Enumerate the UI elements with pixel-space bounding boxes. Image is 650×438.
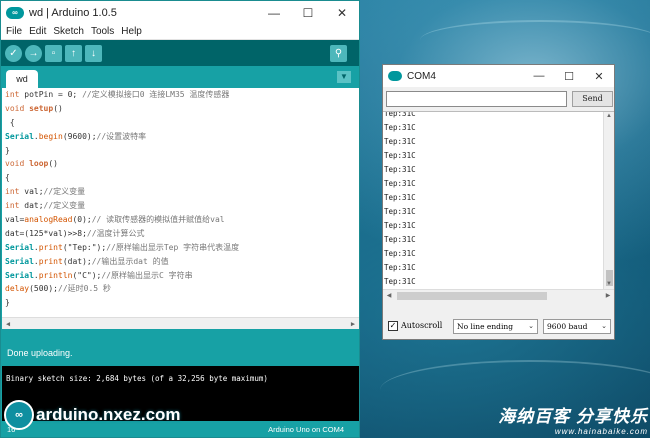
code-line: void setup(): [5, 103, 63, 113]
save-button[interactable]: ↓: [85, 44, 102, 62]
hainabaike-watermark: 海纳百客 分享快乐 www.hainabaike.com: [498, 402, 648, 436]
serial-output-line: Tep:31C: [384, 249, 416, 258]
scroll-up-icon[interactable]: ▲: [604, 113, 614, 119]
close-button[interactable]: ✕: [584, 65, 614, 87]
code-line: delay(500);//延时0.5 秒: [5, 284, 111, 294]
baud-rate-value: 9600 baud: [547, 322, 588, 331]
serial-output-line: Tep:31C: [384, 277, 416, 286]
code-line: Serial.begin(9600);//设置波特率: [5, 131, 147, 141]
serial-output-line: Tep:31C: [384, 111, 416, 118]
scrollbar-thumb[interactable]: [397, 292, 547, 300]
serial-monitor-window: COM4 — ☐ ✕ Send Tep:31C Tep:31C Tep:31C Tep…: [382, 64, 615, 340]
serial-monitor-title: COM4: [407, 70, 436, 82]
code-line: Serial.print(dat);//输出显示dat 的值: [5, 256, 169, 266]
minimize-button[interactable]: —: [524, 65, 554, 87]
tab-menu-button[interactable]: ▼: [337, 71, 351, 83]
close-button[interactable]: ✕: [325, 1, 359, 24]
code-line: }: [5, 145, 10, 155]
serial-output-line: Tep:31C: [384, 263, 416, 272]
serial-output-line: Tep:31C: [384, 151, 416, 160]
serial-output-line: Tep:31C: [384, 165, 416, 174]
send-row: Send: [385, 91, 614, 109]
status-message: Done uploading.: [2, 341, 359, 365]
autoscroll-checkbox[interactable]: ✓: [388, 321, 398, 331]
code-line: {: [5, 173, 10, 183]
output-vertical-scrollbar[interactable]: ▲ ▼: [603, 112, 614, 290]
serial-output-line: Tep:31C: [384, 207, 416, 216]
output-horizontal-scrollbar[interactable]: ◀ ▶: [383, 289, 614, 301]
code-line: }: [5, 298, 10, 308]
chevron-down-icon: ⌄: [528, 322, 534, 330]
scroll-right-icon[interactable]: ▶: [603, 292, 613, 299]
tab-strip: wd ▼: [1, 66, 359, 88]
open-icon: ↑: [71, 47, 76, 59]
verify-button[interactable]: ✓: [5, 44, 22, 62]
arduino-logo-icon: ∞: [4, 400, 34, 430]
tab-wd[interactable]: wd: [6, 70, 38, 88]
serial-options-bar: ✓ Autoscroll No line ending ⌄ 9600 baud …: [383, 316, 614, 338]
code-editor[interactable]: int potPin = 0; //定义模拟接口0 连接LM35 温度传感器 vo…: [2, 88, 359, 329]
upload-button[interactable]: →: [25, 44, 42, 62]
scroll-down-icon[interactable]: ▼: [604, 281, 614, 287]
ide-window-title: wd | Arduino 1.0.5: [29, 6, 117, 19]
baud-rate-select[interactable]: 9600 baud ⌄: [543, 319, 611, 334]
new-icon: ▫: [51, 47, 56, 59]
serial-monitor-icon: ⚲: [334, 47, 343, 59]
verify-icon: ✓: [9, 47, 18, 59]
arduino-site-text: arduino.nxez.com: [36, 405, 181, 424]
editor-horizontal-scrollbar[interactable]: ◀ ▶: [2, 317, 359, 329]
serial-output-line: Tep:31C: [384, 123, 416, 132]
chevron-down-icon: ▼: [340, 72, 348, 81]
chevron-down-icon: ⌄: [601, 322, 607, 330]
maximize-button[interactable]: ☐: [554, 65, 584, 87]
code-line: val=analogRead(0);// 读取传感器的模拟值并赋值给val: [5, 215, 225, 225]
serial-output: Tep:31C Tep:31C Tep:31C Tep:31C Tep:31C Tep:3…: [383, 111, 614, 301]
menu-item-file[interactable]: File: [6, 26, 22, 37]
arduino-watermark: ∞ arduino.nxez.com: [4, 400, 181, 430]
scroll-left-icon[interactable]: ◀: [384, 292, 394, 299]
serial-monitor-titlebar: COM4 — ☐ ✕: [383, 65, 614, 87]
menu-bar: File Edit Sketch Tools Help: [1, 24, 359, 40]
menu-item-sketch[interactable]: Sketch: [53, 26, 84, 37]
maximize-button[interactable]: ☐: [291, 1, 325, 24]
autoscroll-label: Autoscroll: [401, 321, 443, 330]
arduino-ide-window: ∞ wd | Arduino 1.0.5 — ☐ ✕ File Edit Sketc…: [0, 0, 360, 438]
open-button[interactable]: ↑: [65, 44, 82, 62]
menu-item-help[interactable]: Help: [121, 26, 142, 37]
scroll-right-icon[interactable]: ▶: [347, 318, 359, 330]
code-line: void loop(): [5, 159, 58, 169]
hainabaike-url: www.hainabaike.com: [554, 427, 648, 436]
ide-toolbar: ✓ → ▫ ↑ ↓ ⚲: [1, 40, 359, 66]
serial-output-line: Tep:31C: [384, 179, 416, 188]
menu-item-edit[interactable]: Edit: [29, 26, 46, 37]
line-ending-select[interactable]: No line ending ⌄: [453, 319, 538, 334]
new-button[interactable]: ▫: [45, 44, 62, 62]
code-line: {: [5, 117, 15, 127]
upload-icon: →: [28, 47, 39, 59]
board-info: Arduino Uno on COM4: [268, 425, 344, 434]
serial-input[interactable]: [386, 91, 567, 107]
scroll-left-icon[interactable]: ◀: [2, 318, 14, 330]
code-line: Serial.print("Tep:");//原样输出显示Tep 字符串代表温度: [5, 242, 240, 252]
serial-output-line: Tep:31C: [384, 221, 416, 230]
code-line: int potPin = 0; //定义模拟接口0 连接LM35 温度传感器: [5, 90, 230, 99]
arduino-app-icon: [388, 71, 402, 81]
send-button[interactable]: Send: [572, 91, 613, 107]
serial-monitor-button[interactable]: ⚲: [330, 44, 347, 62]
wallpaper-wave: [420, 20, 650, 60]
minimize-button[interactable]: —: [257, 1, 291, 24]
code-line: dat=(125*val)>>8;//温度计算公式: [5, 228, 145, 238]
menu-item-tools[interactable]: Tools: [91, 26, 114, 37]
arduino-app-icon: ∞: [6, 6, 24, 19]
hainabaike-brand: 海纳百客 分享快乐: [498, 407, 648, 426]
code-line: int val;//定义变量: [5, 187, 86, 197]
save-icon: ↓: [91, 47, 96, 59]
ide-titlebar: ∞ wd | Arduino 1.0.5 — ☐ ✕: [1, 1, 359, 24]
serial-output-line: Tep:31C: [384, 193, 416, 202]
line-ending-value: No line ending: [457, 322, 514, 331]
code-line: Serial.println("C");//原样输出显示C 字符串: [5, 270, 193, 280]
code-line: int dat;//定义变量: [5, 201, 86, 211]
serial-output-line: Tep:31C: [384, 235, 416, 244]
serial-output-line: Tep:31C: [384, 137, 416, 146]
